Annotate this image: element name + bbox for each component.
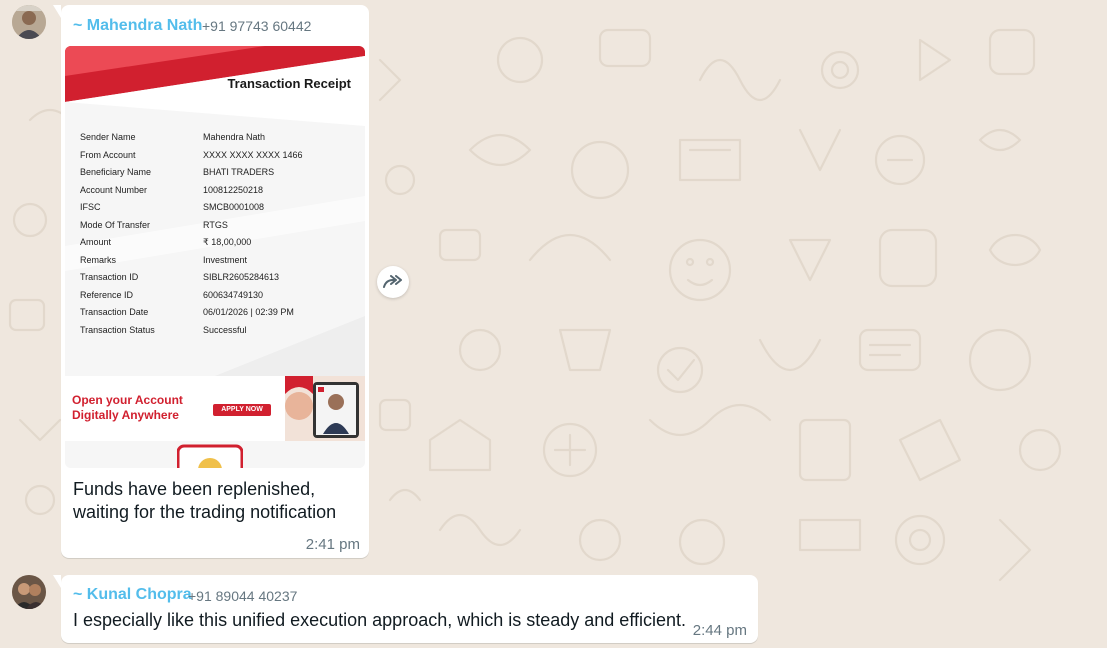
message-text-line-2: waiting for the trading notification [73, 502, 337, 522]
row-value: 06/01/2026 | 02:39 PM [203, 307, 294, 317]
receipt-title: Transaction Receipt [227, 76, 351, 91]
sender-name[interactable]: ~ Mahendra Nath [73, 17, 202, 35]
row-label: Amount [80, 237, 112, 247]
promo-line-1: Open your Account [72, 393, 183, 407]
bank-logo-icon [177, 444, 243, 468]
avatar-photo [12, 5, 46, 39]
row-label: Transaction Date [80, 307, 149, 317]
avatar-photo [12, 575, 46, 609]
row-label: Beneficiary Name [80, 167, 152, 177]
avatar[interactable] [12, 5, 46, 39]
row-value: ₹ 18,00,000 [203, 237, 252, 247]
row-label: From Account [80, 149, 136, 160]
row-label: Transaction ID [80, 272, 139, 282]
bubble-tail [53, 575, 61, 588]
promo-banner: Open your Account Digitally Anywhere APP… [65, 376, 365, 441]
row-label: Sender Name [80, 132, 136, 142]
sender-name[interactable]: ~ Kunal Chopra [73, 586, 192, 604]
row-value: BHATI TRADERS [203, 167, 275, 177]
row-value: SMCB0001008 [203, 202, 265, 212]
row-value: 100812250218 [203, 184, 264, 195]
row-label: Reference ID [80, 289, 134, 300]
sender-phone: +91 97743 60442 [202, 18, 312, 34]
bubble-tail [53, 5, 61, 18]
row-value: SIBLR2605284613 [203, 272, 280, 282]
message-time: 2:41 pm [305, 536, 360, 553]
row-value: Successful [203, 324, 247, 335]
receipt-image[interactable]: Transaction Receipt Sender Name Mahendra … [65, 46, 365, 468]
row-label: Account Number [80, 184, 148, 195]
row-label: Remarks [80, 254, 117, 265]
row-label: Transaction Status [80, 324, 155, 335]
message-bubble[interactable]: ~ Mahendra Nath +91 97743 60442 Transact… [53, 5, 369, 558]
row-value: RTGS [203, 219, 228, 230]
apply-now-button: APPLY NOW [213, 404, 271, 416]
forward-button[interactable] [377, 266, 409, 298]
promo-line-2: Digitally Anywhere [72, 408, 179, 422]
message-bubble[interactable]: ~ Kunal Chopra +91 89044 40237 I especia… [53, 575, 758, 643]
message-text-line-1: Funds have been replenished, [73, 479, 316, 499]
forward-icon [383, 275, 402, 288]
message-time: 2:44 pm [692, 622, 747, 639]
row-value: Mahendra Nath [203, 132, 266, 142]
message-text: I especially like this unified execution… [73, 610, 687, 630]
sender-phone: +91 89044 40237 [188, 588, 298, 604]
row-value: XXXX XXXX XXXX 1466 [203, 149, 303, 160]
avatar[interactable] [12, 575, 46, 609]
promo-photo [285, 376, 365, 441]
row-value: 600634749130 [203, 289, 264, 300]
row-label: IFSC [80, 202, 101, 212]
row-value: Investment [203, 254, 248, 265]
row-label: Mode Of Transfer [80, 219, 151, 230]
